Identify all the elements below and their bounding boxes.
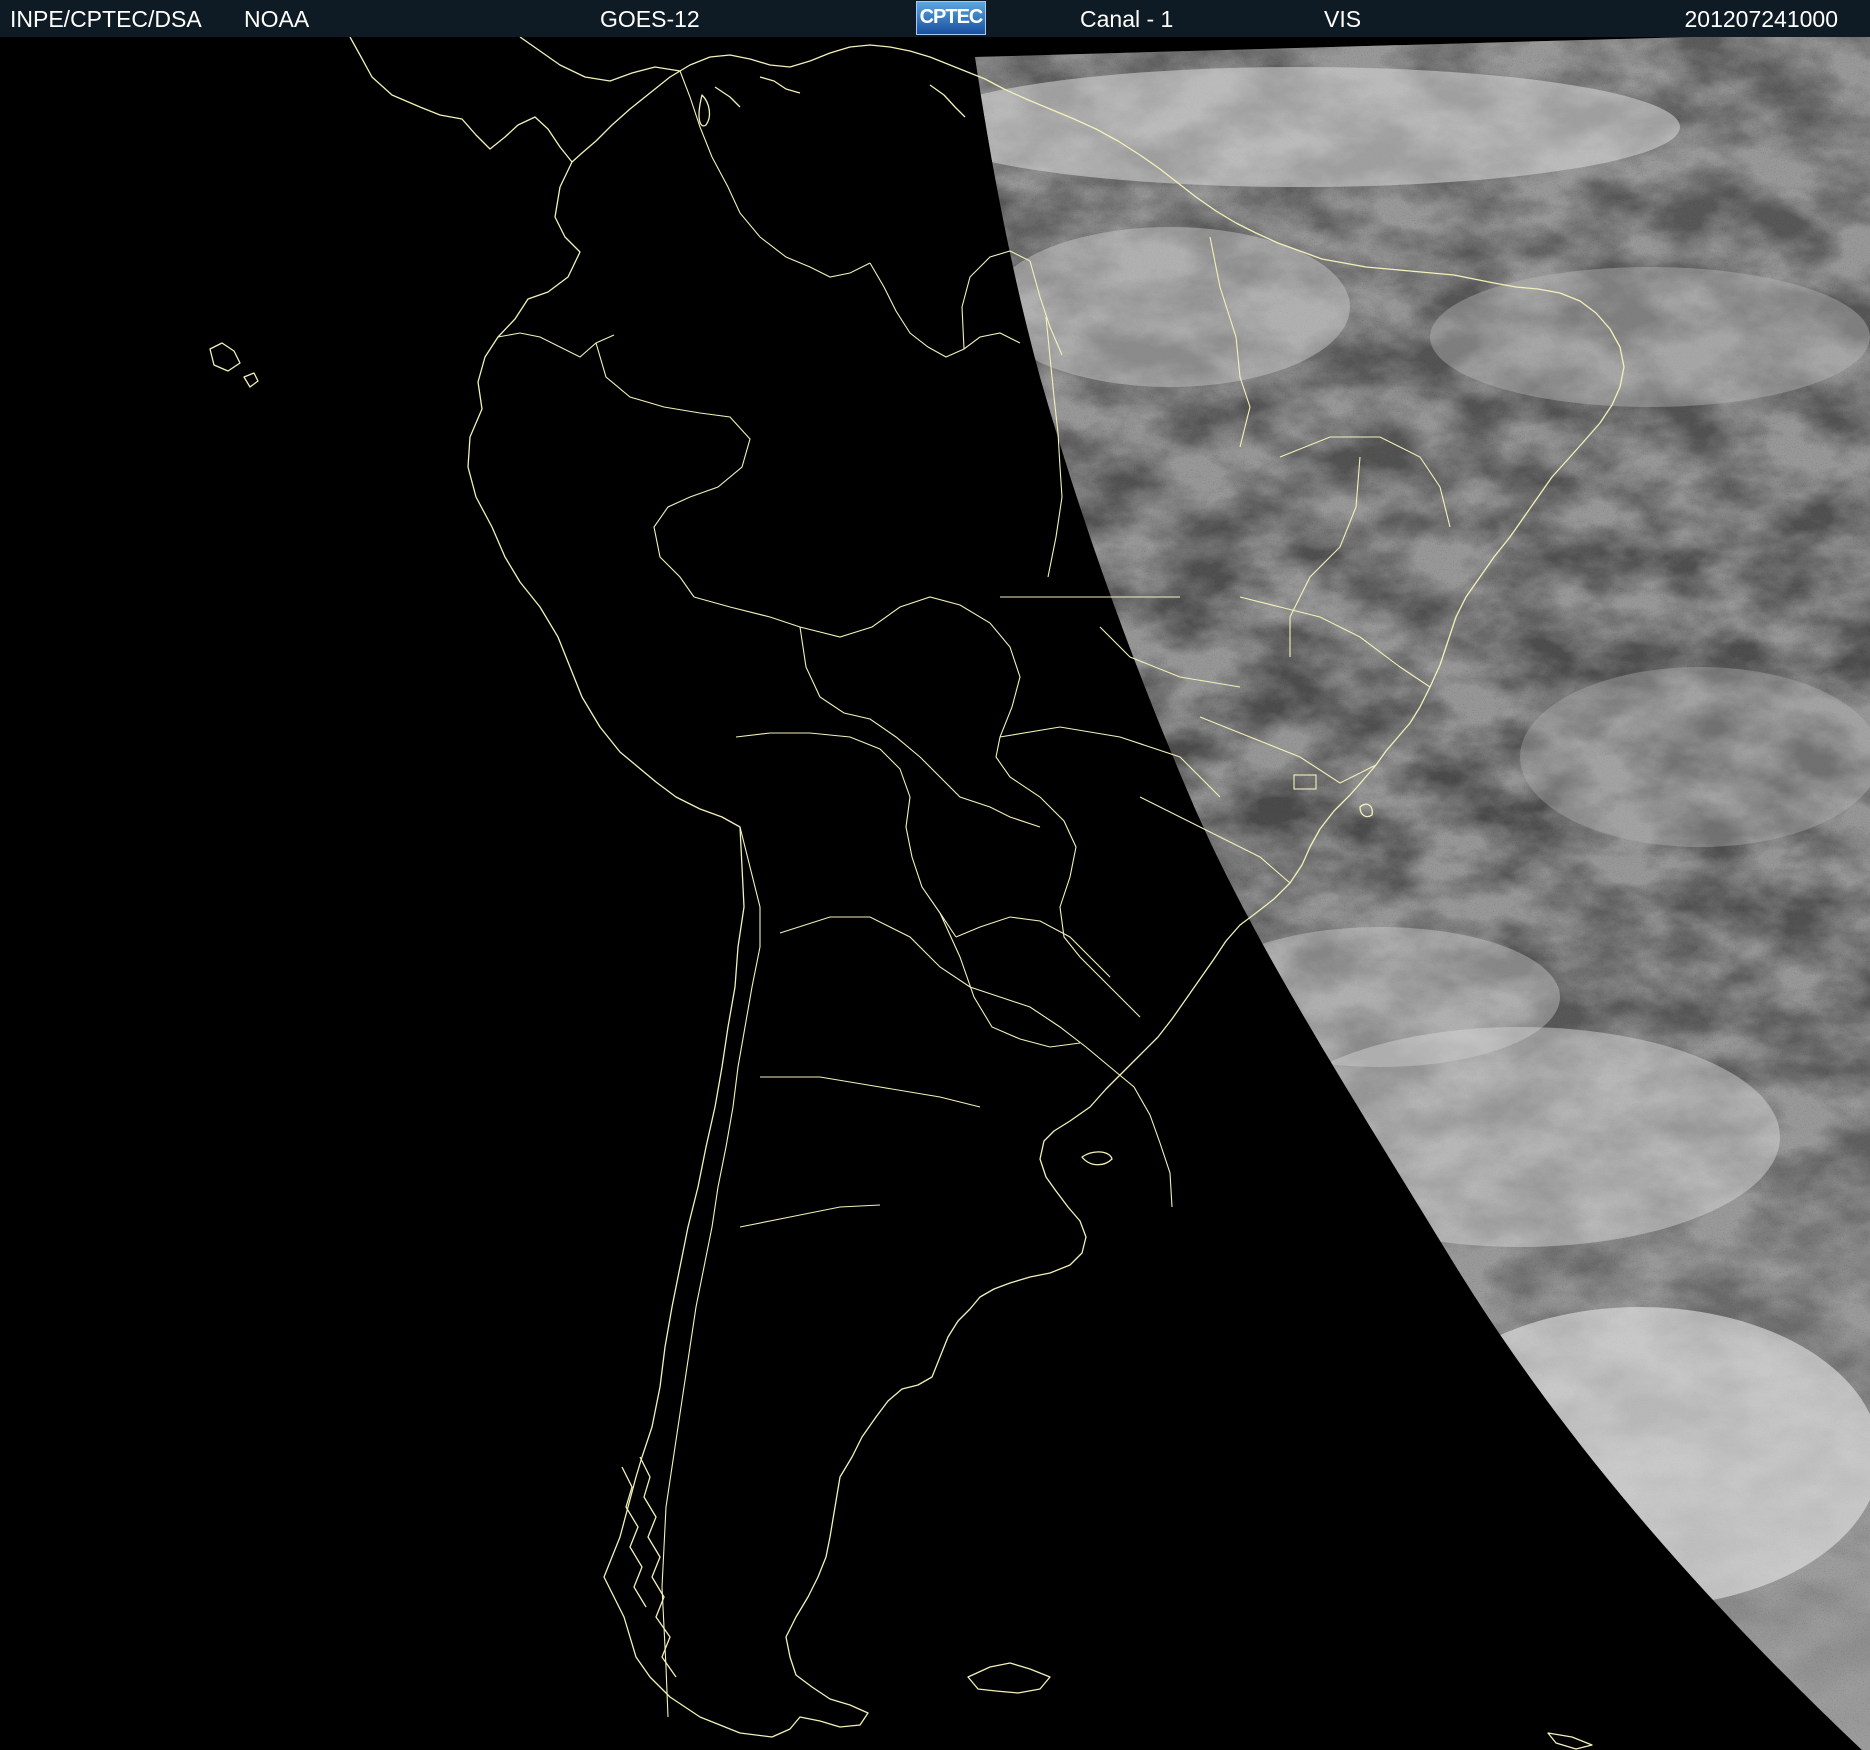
satellite-map	[0, 37, 1870, 1750]
satellite-image-frame: INPE/CPTEC/DSA NOAA GOES-12 CPTEC Canal …	[0, 0, 1870, 1750]
daylight-region	[975, 37, 1870, 1750]
cptec-logo: CPTEC	[916, 1, 986, 35]
agency-label: NOAA	[244, 6, 310, 32]
timestamp-label: 201207241000	[1684, 6, 1839, 32]
image-header-bar: INPE/CPTEC/DSA NOAA GOES-12 CPTEC Canal …	[0, 0, 1870, 37]
channel-label: Canal - 1	[1080, 6, 1174, 32]
organization-label: INPE/CPTEC/DSA	[10, 6, 202, 32]
map-svg	[209, 37, 1870, 1750]
band-label: VIS	[1324, 6, 1362, 32]
satellite-label: GOES-12	[600, 6, 700, 32]
